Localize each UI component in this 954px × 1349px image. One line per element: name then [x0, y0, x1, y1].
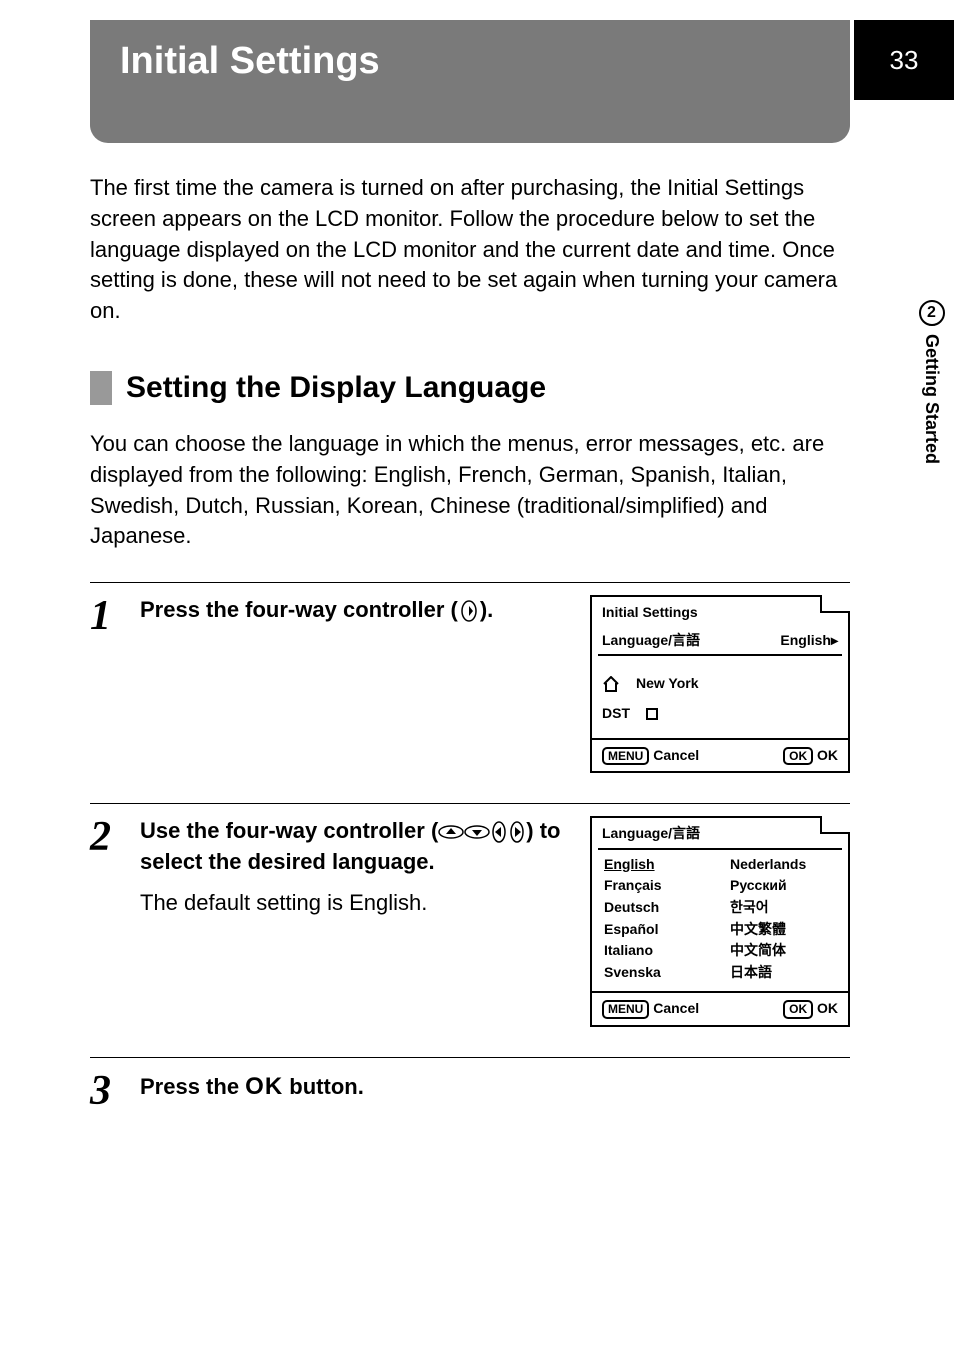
lcd-screen-language-list: Language/言語 English Français Deutsch Esp… [590, 816, 850, 1027]
fourway-left-icon [490, 821, 508, 843]
step-2: 2 Use the four-way controller () to sele… [90, 803, 850, 1027]
lcd2-title: Language/言語 [592, 818, 848, 848]
step-number: 2 [90, 816, 140, 1027]
menu-pill: MENU [602, 1000, 649, 1018]
step-number: 3 [90, 1070, 140, 1112]
lang-option: 中文繁體 [730, 919, 836, 941]
language-column-2: Nederlands Русский 한국어 中文繁體 中文简体 日本語 [730, 854, 836, 984]
heading-bar-icon [90, 371, 112, 405]
lang-option: Español [604, 919, 710, 941]
lang-option: 中文简体 [730, 940, 836, 962]
page: 33 2 Getting Started Initial Settings Th… [0, 20, 954, 1349]
step-3-text-a: Press the [140, 1074, 245, 1099]
lang-option: 한국어 [730, 897, 836, 919]
ok-button-glyph: OK [245, 1073, 283, 1100]
page-title: Initial Settings [120, 40, 380, 82]
step-3-text-b: button. [283, 1074, 364, 1099]
lang-option: Italiano [604, 940, 710, 962]
lcd1-dst-label: DST [602, 705, 630, 721]
ok-pill: OK [783, 1000, 813, 1018]
step-3: 3 Press the OK button. [90, 1057, 850, 1112]
lang-option: Français [604, 875, 710, 897]
step-1-text-a: Press the four-way controller ( [140, 597, 458, 622]
step-1-text-b: ). [480, 597, 493, 622]
lang-option: Deutsch [604, 897, 710, 919]
lang-option: Svenska [604, 962, 710, 984]
lcd1-lang-value: English [780, 632, 831, 648]
lcd-screen-initial-settings: Initial Settings Language/言語 English▸ Ne… [590, 595, 850, 773]
step-2-subtext: The default setting is English. [140, 888, 570, 919]
step-2-text-a: Use the four-way controller ( [140, 818, 438, 843]
lcd2-ok: OK [817, 1000, 838, 1016]
side-tab: 2 Getting Started [909, 300, 954, 464]
lcd2-cancel: Cancel [653, 1000, 699, 1016]
page-number-text: 33 [890, 45, 919, 76]
step-1: 1 Press the four-way controller (). Init… [90, 582, 850, 773]
step-number: 1 [90, 595, 140, 773]
fourway-up-icon [438, 824, 464, 840]
fourway-right-icon [508, 821, 526, 843]
side-tab-label: Getting Started [921, 334, 942, 464]
section-intro: You can choose the language in which the… [90, 429, 850, 552]
content-area: The first time the camera is turned on a… [90, 173, 850, 1112]
ok-pill: OK [783, 747, 813, 765]
menu-pill: MENU [602, 747, 649, 765]
right-triangle-icon: ▸ [831, 632, 838, 648]
intro-paragraph: The first time the camera is turned on a… [90, 173, 850, 327]
chapter-number: 2 [919, 300, 945, 326]
dst-checkbox-icon [646, 708, 658, 720]
lang-option: 日本語 [730, 962, 836, 984]
home-icon [602, 676, 620, 692]
lang-option: Русский [730, 875, 836, 897]
section-heading: Setting the Display Language [90, 367, 850, 409]
fourway-down-icon [464, 824, 490, 840]
page-number: 33 [854, 20, 954, 100]
fourway-right-icon [458, 600, 480, 622]
lang-option: Nederlands [730, 854, 836, 876]
section-heading-text: Setting the Display Language [126, 367, 546, 409]
page-title-banner: Initial Settings [90, 20, 850, 143]
lcd1-cancel: Cancel [653, 747, 699, 763]
lcd1-lang-label: Language/言語 [602, 631, 700, 651]
lcd1-title: Initial Settings [592, 597, 848, 627]
language-column-1: English Français Deutsch Español Italian… [604, 854, 710, 984]
lang-option: English [604, 854, 710, 876]
lcd1-city: New York [636, 674, 699, 694]
lcd1-ok: OK [817, 747, 838, 763]
